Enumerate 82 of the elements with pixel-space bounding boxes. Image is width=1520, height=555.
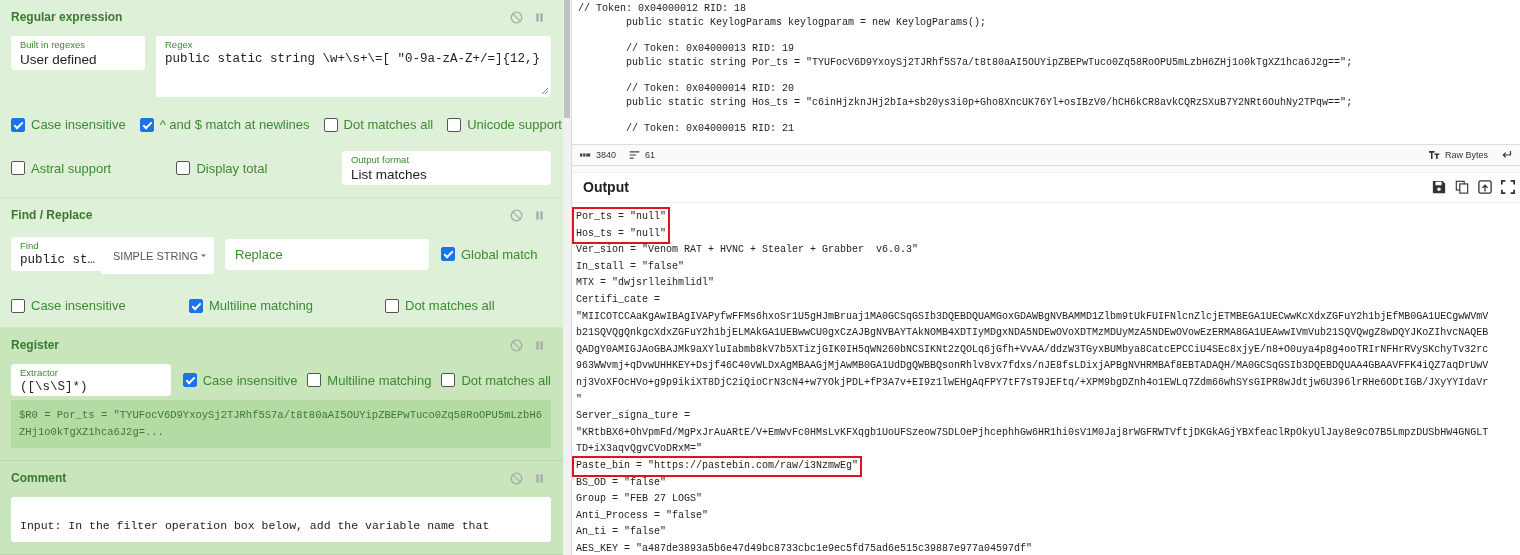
- checkbox[interactable]: [11, 161, 25, 175]
- code-line: // Token: 0x04000012 RID: 18: [578, 2, 748, 16]
- string-type-dropdown[interactable]: SIMPLE STRING: [101, 237, 214, 274]
- maximize-icon[interactable]: [1501, 180, 1515, 195]
- code-line: public static KeylogParams keylogparam = new KeylogParams();: [625, 15, 988, 29]
- checkbox-label[interactable]: Multiline matching: [327, 372, 432, 388]
- checkbox-label[interactable]: ^ and $ match at newlines: [159, 117, 310, 132]
- checkbox-label[interactable]: Dot matches all: [343, 117, 434, 132]
- output-line: AES_KEY = "a487de3893a5b6e47d49bc8733cbc1e9ec5fd75ad6e515c39887e977a04597df": [576, 542, 1034, 555]
- checkbox-label[interactable]: Dot matches all: [405, 298, 495, 313]
- checkbox-label[interactable]: Astral support: [31, 160, 112, 176]
- output-line: Hos_ts = "null": [576, 226, 666, 241]
- checkbox[interactable]: [441, 247, 455, 261]
- checkbox[interactable]: [323, 117, 338, 132]
- output-line: BS_OD = "false": [576, 475, 667, 490]
- checkbox-label[interactable]: Case insensitive: [31, 117, 126, 132]
- output-line: Ver_sion = "Venom RAT + HVNC + Stealer + Grabber v6.0.3": [576, 243, 920, 258]
- code-line: // Token: 0x04000013 RID: 19: [625, 42, 796, 56]
- checkbox[interactable]: [11, 298, 25, 313]
- checkbox-label[interactable]: Unicode support: [467, 117, 562, 132]
- replace-field[interactable]: Replace: [225, 238, 429, 270]
- checkbox[interactable]: [189, 298, 203, 313]
- output-line: In_stall = "false": [576, 259, 686, 274]
- checkbox-label[interactable]: Dot matches all: [461, 372, 551, 388]
- checkbox[interactable]: [307, 373, 322, 387]
- output-format-field[interactable]: Output format List matches: [341, 151, 551, 185]
- copy-icon[interactable]: [1455, 180, 1469, 195]
- scrollbar[interactable]: [563, 0, 572, 555]
- checkbox[interactable]: [139, 117, 154, 132]
- regex-field[interactable]: Regex public static string \w+\s+\=[ "0-9a-zA-Z+/=]{12,}: [156, 36, 551, 97]
- output-line: Certifi_cate =: [576, 293, 661, 308]
- length-count: 3840: [596, 150, 617, 161]
- line-count: 61: [645, 150, 656, 161]
- checkbox[interactable]: [447, 117, 462, 132]
- return-icon[interactable]: [1501, 151, 1512, 160]
- output-line: Server_signa_ture =: [576, 409, 692, 424]
- output-line: Anti_Process = "false": [576, 508, 710, 523]
- text-size-icon[interactable]: [1429, 151, 1440, 160]
- operation-title: Regular expression: [11, 10, 124, 24]
- checkbox-label[interactable]: Case insensitive: [31, 298, 126, 313]
- output-line: Por_ts = "null": [576, 210, 666, 225]
- move-to-input-icon[interactable]: [1478, 180, 1492, 195]
- checkbox-label[interactable]: Global match: [461, 246, 538, 262]
- output-line: nj3VoXFOcHVo+g9p9ikiXT8DjC2iQioCrN3cN4+w7YOkjPDL+fP3A7v+EI9z1lwEHgAqFPY7tF7sT9JEFtq/+XPM9bgDZnh4o1EWLq7Zdm66whSYsGIPR8wJdtjw6U396lrRHe6ODtIGB/JXyYYIdaVr: [576, 376, 1490, 391]
- checkbox[interactable]: [176, 161, 191, 175]
- output-line: "MIICOTCCAaKgAwIBAgIVAPyfwFFMs6hxoSr1U5gHJmBruaj1MA0GCSqGSIb3DQEBDQUAMGoxGDAWBgNVBAMMD1Zlbm9tUkFUIFNlcnZlcjETMBEGA1UECwwKcXdxZGFuY2h1bjEfMB0GA1UECgwWVmV: [576, 309, 1490, 324]
- find-field[interactable]: Find public st…: [11, 237, 101, 271]
- encoding-button[interactable]: Raw Bytes: [1445, 150, 1488, 161]
- register-result: $R0 = Por_ts = "TYUFocV6D9YxoySj2TJRhf5S7a/t8t80aAI5OUYipZBEPwTuco0Zq58RoOPU5mLzbH6ZHj1o0kTgXZ1hca6J2g=...: [11, 400, 551, 448]
- checkbox[interactable]: [182, 373, 197, 387]
- output-line: TD+iX3aqvQgvCVoDRxM=": [576, 442, 704, 457]
- checkbox[interactable]: [11, 117, 25, 132]
- checkbox[interactable]: [385, 298, 399, 313]
- checkbox-label[interactable]: Case insensitive: [202, 372, 298, 388]
- output-line: Group = "FEB 27 LOGS": [576, 492, 704, 507]
- comment-field[interactable]: Input: In the filter operation box below, add the variable name that: [11, 497, 551, 542]
- extractor-field[interactable]: Extractor ([\s\S]*): [11, 364, 171, 396]
- save-icon[interactable]: [1432, 180, 1446, 195]
- checkbox-label[interactable]: Multiline matching: [209, 298, 314, 313]
- output-line: ": [576, 392, 583, 407]
- operation-title: Comment: [11, 471, 68, 485]
- checkbox[interactable]: [441, 373, 456, 387]
- code-line: // Token: 0x04000014 RID: 20: [625, 82, 796, 96]
- length-icon: [580, 151, 591, 160]
- output-line: An_ti = "false": [576, 525, 667, 540]
- resize-handle-icon[interactable]: [541, 87, 549, 95]
- builtin-regex-field[interactable]: Built in regexes User defined: [11, 36, 145, 70]
- code-line: public static string Hos_ts = "c6inHjzknJHj2bIa+sb20ys3i0p+Gho8XncUK76Yl+osIBzV0/hCH6kCR8avkCQRzSXuB7Y2NRt6OuhNy2TPqw==";: [625, 95, 1354, 109]
- output-line: Paste_bin = "https://pastebin.com/raw/i3NzmwEg": [576, 459, 859, 473]
- output-line: MTX = "dwjsrlleihmlidl": [576, 276, 716, 291]
- operation-title: Register: [11, 338, 61, 352]
- operation-title: Find / Replace: [11, 208, 94, 222]
- output-line: 963WWvmj+qDvwUHHKEY+Dsjf46C40vWLDxAgMBAAGjMjAwMB0GA1UdDgQWBBQsonRhlv8vx7fdxs/nJE8fsLDixjAPBgNVHRMBAf8EBTADAQH/MA0GCSqGSIb3DQEBDQUAA4GBAAVFFK4iQZ7aqDrUwV: [576, 359, 1490, 374]
- output-line: QADgY0AMIGJAoGBAJMk9aXYluIabmb8kV7b5XTizjGIK0IH5qWN260bNCSIKNt2zQOLq6jGfh+VvAA/ddzW3TGyxBUMbya8CatcEPCCiU4SEc8xjyE/n8+O0uya4p8g4ooTRIrNFHrRVySKchyTv32rc: [576, 342, 1490, 357]
- caret-icon: [200, 253, 206, 258]
- checkbox-label[interactable]: Display total: [196, 160, 268, 176]
- code-line: // Token: 0x04000015 RID: 21: [625, 122, 796, 136]
- code-line: public static string Por_ts = "TYUFocV6D9YxoySj2TJRhf5S7a/t8t80aAI5OUYipZBEPwTuco0Zq58RoOPU5mLzbH6ZHj1o0kTgXZ1hca6J2g==";: [625, 55, 1354, 69]
- output-title: Output: [583, 179, 630, 196]
- output-line: b21SQVQgQnkgcXdxZGFuY2h1bjELMAkGA1UEBwwCU0gxCzAJBgNVBAYTAkNOMB4XDTIyMDgxNDA5NDEwOVoXDTMzMDUyMzA5NDEwOVowEzERMA8GA1UEAwwIVmVub21SQVQwgZ8wDQYJKoZIhvcNAQEB: [576, 326, 1490, 341]
- lines-icon: [629, 151, 641, 160]
- output-line: "KRtbBX6+OhVpmFd/MgPxJrAuARtE/V+EmWvFc0HMsLvKFXqgb1UoUFSzeow7SDLOePjhcephhGw6HR1hi0sV1M0Jaj8rWGFRWTVftjDKGkAGjYBXfeaclRpOkyUlJay8e9cO7B5LmpzDUSbHW4GNGLT: [576, 425, 1490, 440]
